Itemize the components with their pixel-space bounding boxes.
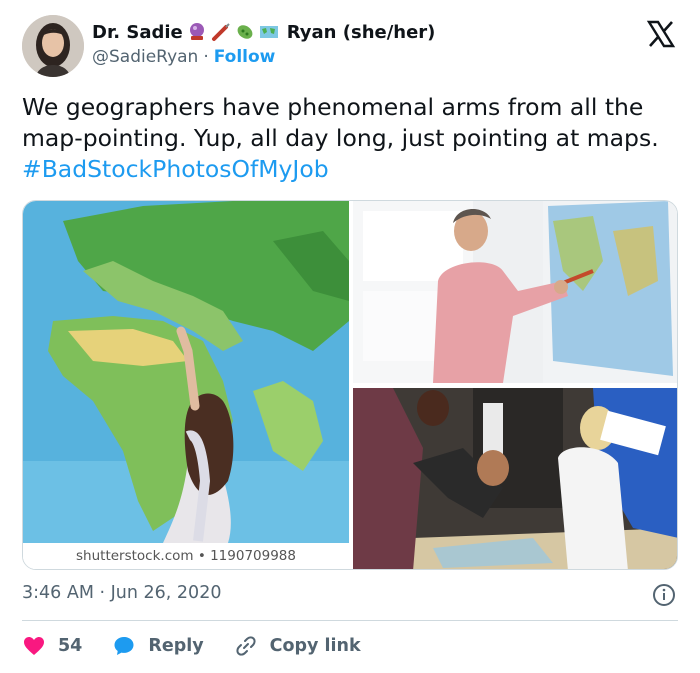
display-name-last[interactable]: Ryan (she/her) (287, 22, 436, 43)
world-map-photo[interactable]: shutterstock.com • 1190709988 (23, 201, 349, 569)
copy-link-label: Copy link (269, 636, 361, 656)
heart-icon (24, 637, 44, 655)
world-map-icon (259, 26, 278, 38)
reply-button[interactable]: Reply (112, 634, 204, 658)
x-logo-icon[interactable] (646, 19, 676, 49)
copy-link-button[interactable]: Copy link (234, 634, 361, 658)
handle-row: @SadieRyan · Follow (92, 47, 435, 67)
like-button[interactable]: 54 (22, 634, 82, 658)
reply-label: Reply (148, 636, 204, 656)
media-grid: shutterstock.com • 1190709988 (22, 200, 678, 570)
syringe-icon (211, 23, 230, 41)
info-icon[interactable] (652, 583, 676, 607)
tweet-text: We geographers have phenomenal arms from… (22, 92, 682, 185)
link-icon (236, 636, 256, 656)
handle[interactable]: @SadieRyan (92, 47, 198, 67)
hashtag-link[interactable]: #BadStockPhotosOfMyJob (22, 155, 329, 183)
like-count: 54 (58, 636, 83, 656)
tweet-body: We geographers have phenomenal arms from… (22, 93, 659, 152)
separator-dot: · (203, 47, 209, 67)
man-pointing-photo[interactable] (353, 201, 677, 383)
tweet-header: Dr. Sadie Ryan (she/her) @SadieRyan · Fo… (22, 15, 678, 79)
watermark-text: shutterstock.com • 1190709988 (23, 543, 349, 569)
follow-button[interactable]: Follow (214, 47, 276, 67)
author-block: Dr. Sadie Ryan (she/her) @SadieRyan · Fo… (92, 19, 435, 68)
divider (22, 620, 678, 621)
action-bar: 54 Reply Copy link (22, 630, 391, 662)
speech-bubble-icon (114, 637, 134, 655)
team-looking-at-map-photo[interactable] (353, 388, 677, 569)
microbe-icon (237, 25, 253, 39)
display-name-first[interactable]: Dr. Sadie (92, 22, 183, 43)
avatar[interactable] (22, 15, 84, 77)
crystal-ball-icon (189, 23, 204, 40)
timestamp[interactable]: 3:46 AM · Jun 26, 2020 (22, 583, 221, 603)
display-name-row[interactable]: Dr. Sadie Ryan (she/her) (92, 19, 435, 45)
